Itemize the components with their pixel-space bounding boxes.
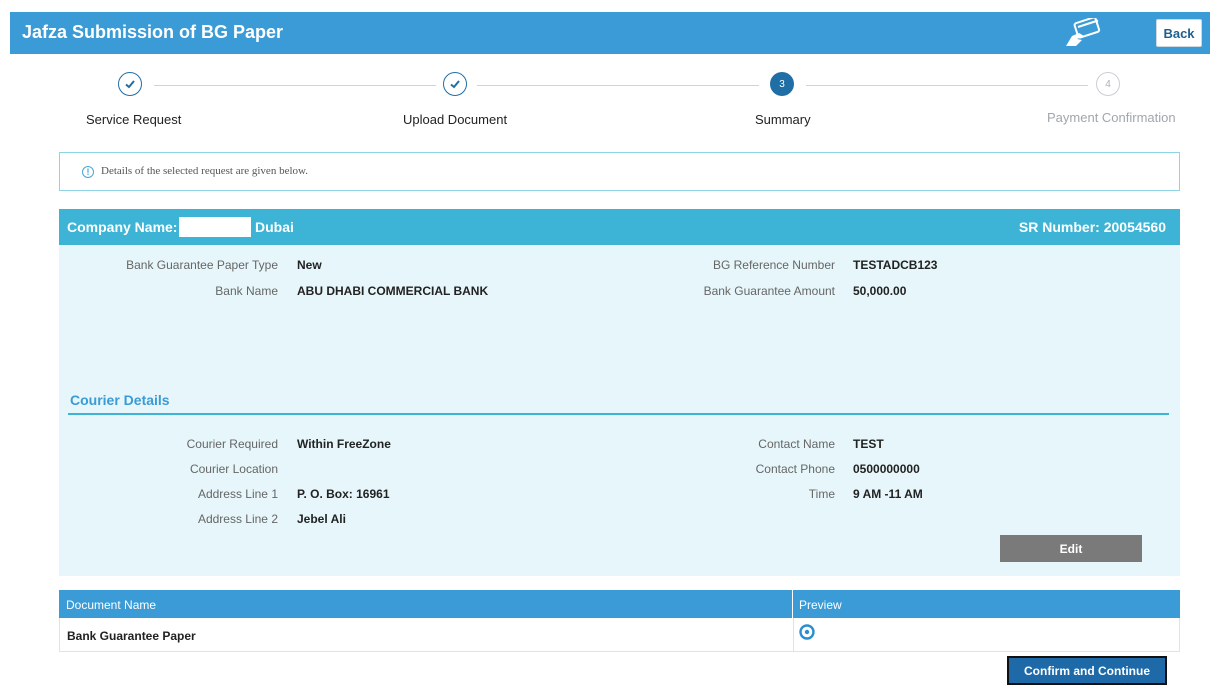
company-bar: Company Name: Dubai SR Number: 20054560	[59, 209, 1180, 245]
company-name-suffix: Dubai	[255, 219, 294, 235]
step-label-payment-confirmation: Payment Confirmation	[1047, 110, 1176, 125]
step-label-upload-document: Upload Document	[403, 112, 508, 127]
bg-reference-label: BG Reference Number	[712, 258, 835, 272]
step-2-check-icon	[443, 72, 467, 96]
step-4-number: 4	[1096, 72, 1120, 96]
document-table: Document Name Preview Bank Guarantee Pap…	[59, 590, 1180, 652]
page-title: Jafza Submission of BG Paper	[22, 22, 284, 42]
eye-icon[interactable]	[799, 624, 815, 640]
courier-location-label: Courier Location	[189, 462, 278, 476]
bg-reference-value: TESTADCB123	[853, 258, 938, 272]
column-header-preview: Preview	[799, 598, 842, 612]
payment-card-icon	[1066, 18, 1101, 46]
step-1-check-icon	[118, 72, 142, 96]
contact-phone-label: Contact Phone	[755, 462, 835, 476]
courier-details-title: Courier Details	[70, 392, 170, 408]
table-header: Document Name Preview	[59, 590, 1180, 618]
step-label-summary: Summary	[755, 112, 811, 127]
contact-name-value: TEST	[853, 437, 884, 451]
step-3-number: 3	[770, 72, 794, 96]
confirm-and-continue-button[interactable]: Confirm and Continue	[1007, 656, 1167, 685]
column-divider	[793, 618, 794, 651]
address-line-1-value: P. O. Box: 16961	[297, 487, 390, 501]
courier-divider	[68, 413, 1169, 415]
address-line-2-label: Address Line 2	[197, 512, 278, 526]
step-connector	[806, 85, 1088, 86]
sr-number: SR Number: 20054560	[1018, 219, 1166, 235]
paper-type-value: New	[297, 258, 322, 272]
back-button[interactable]: Back	[1156, 19, 1202, 47]
step-connector	[154, 85, 436, 86]
company-name-label: Company Name:	[67, 219, 178, 235]
step-label-service-request: Service Request	[86, 112, 182, 127]
bg-amount-value: 50,000.00	[853, 284, 907, 298]
address-line-2-value: Jebel Ali	[297, 512, 346, 526]
courier-required-value: Within FreeZone	[297, 437, 391, 451]
step-connector	[477, 85, 759, 86]
table-row: Bank Guarantee Paper	[59, 618, 1180, 652]
document-name-cell: Bank Guarantee Paper	[67, 629, 196, 643]
courier-required-label: Courier Required	[186, 437, 278, 451]
paper-type-label: Bank Guarantee Paper Type	[126, 258, 278, 272]
contact-phone-value: 0500000000	[853, 462, 920, 476]
bg-amount-label: Bank Guarantee Amount	[703, 284, 835, 298]
column-header-document-name: Document Name	[66, 598, 157, 612]
info-message: Details of the selected request are give…	[101, 165, 308, 177]
column-divider	[792, 590, 793, 618]
edit-button[interactable]: Edit	[1000, 535, 1142, 562]
contact-name-label: Contact Name	[758, 437, 835, 451]
time-label: Time	[808, 487, 835, 501]
info-icon: !	[82, 166, 94, 178]
time-value: 9 AM -11 AM	[853, 487, 923, 501]
info-message-box: ! Details of the selected request are gi…	[59, 152, 1180, 191]
address-line-1-label: Address Line 1	[197, 487, 278, 501]
details-panel: Bank Guarantee Paper Type New Bank Name …	[59, 245, 1180, 576]
redacted-company-name	[179, 217, 251, 237]
bank-name-value: ABU DHABI COMMERCIAL BANK	[297, 284, 489, 298]
header-bar: Jafza Submission of BG Paper Back	[10, 12, 1210, 54]
bank-name-label: Bank Name	[215, 284, 278, 298]
